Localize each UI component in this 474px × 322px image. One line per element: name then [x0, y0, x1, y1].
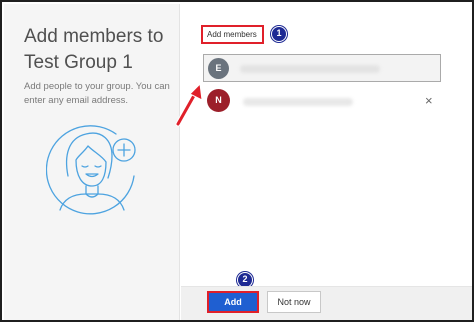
redacted-email	[240, 65, 380, 73]
step-1-badge: 1	[271, 26, 287, 42]
dialog-footer: Add Not now	[181, 286, 472, 320]
add-button[interactable]: Add	[207, 291, 259, 313]
dialog-info-panel: Add members to Test Group 1 Add people t…	[4, 4, 180, 320]
redacted-email	[243, 98, 353, 106]
remove-member-icon[interactable]: ×	[425, 92, 433, 110]
avatar: N	[207, 89, 230, 112]
add-members-field-label[interactable]: Add members	[201, 25, 264, 44]
dialog-title: Add members to Test Group 1	[24, 26, 164, 73]
annotation-arrow-icon	[175, 82, 203, 127]
not-now-button[interactable]: Not now	[267, 291, 321, 313]
member-chip[interactable]: N ×	[203, 88, 463, 116]
dialog-description: Add people to your group. You can enter …	[24, 81, 170, 106]
person-add-illustration-icon	[46, 125, 136, 215]
add-members-panel: Add members 1 E N × 2 Add Not now	[181, 4, 472, 320]
dialog-window: Add members to Test Group 1 Add people t…	[0, 0, 474, 322]
avatar: E	[208, 58, 229, 79]
member-chip[interactable]: E	[203, 54, 441, 82]
